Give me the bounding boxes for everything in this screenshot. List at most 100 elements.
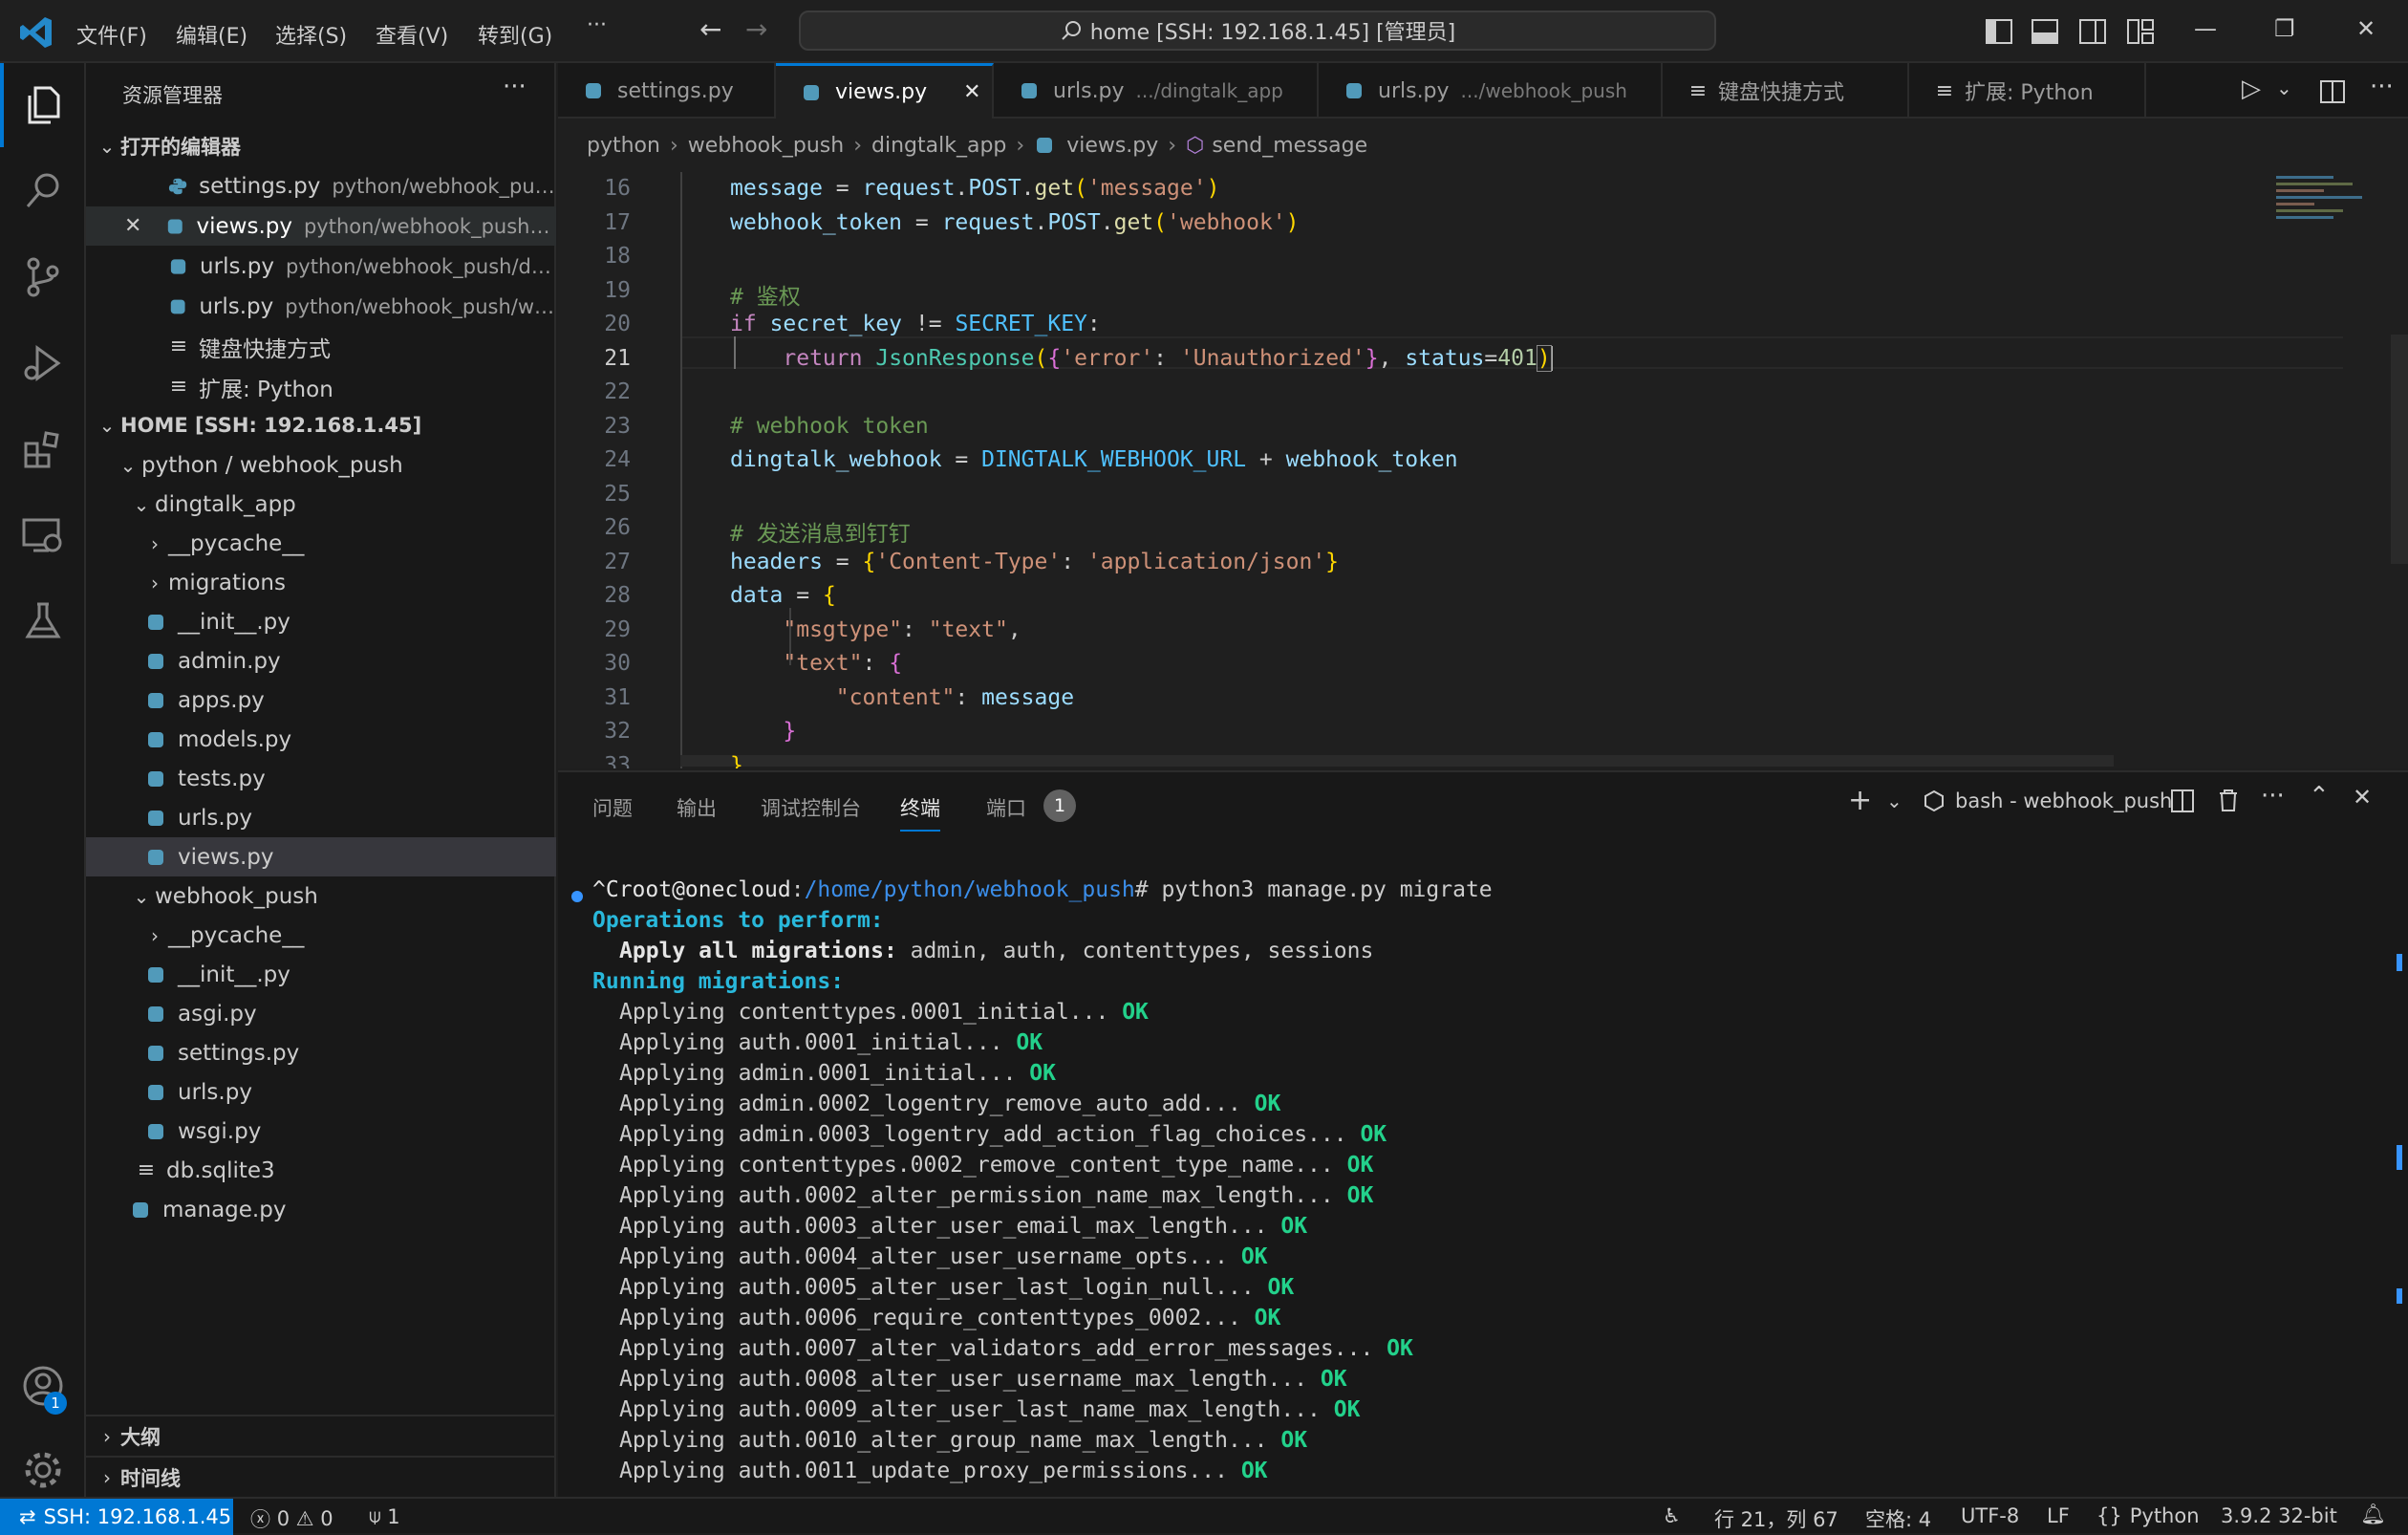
language-mode[interactable]: {} Python — [2096, 1504, 2200, 1527]
tab-output[interactable]: 输出 — [677, 793, 717, 822]
minimize-icon[interactable]: — — [2194, 15, 2217, 42]
menu-file[interactable]: 文件(F) — [76, 19, 147, 50]
code-editor[interactable]: 16 17 18 19 20 21 22 23 24 25 26 27 28 2… — [558, 172, 2408, 768]
menu-view[interactable]: 查看(V) — [376, 19, 448, 50]
explorer-icon[interactable] — [0, 63, 86, 147]
menu-selection[interactable]: 选择(S) — [275, 19, 347, 50]
tree-file[interactable]: wsgi.py — [86, 1112, 556, 1151]
cursor-position[interactable]: 行 21，列 67 — [1714, 1504, 1838, 1533]
tree-file[interactable]: urls.py — [86, 1072, 556, 1112]
tab-problems[interactable]: 问题 — [592, 793, 633, 822]
panel-more-icon[interactable]: ··· — [2261, 782, 2285, 811]
open-editor-item[interactable]: urls.py python/webhook_push/web... — [86, 287, 556, 326]
encoding[interactable]: UTF-8 — [1961, 1504, 2019, 1527]
open-editor-item-active[interactable]: ✕ views.py python/webhook_push/di... — [86, 206, 556, 246]
tree-folder[interactable]: ⌄ webhook_push — [86, 876, 556, 916]
tree-file[interactable]: manage.py — [86, 1190, 556, 1229]
breadcrumb-item[interactable]: python — [587, 134, 660, 158]
open-editor-item[interactable]: ≡ 扩展: Python — [86, 367, 556, 406]
tab-terminal[interactable]: 终端 — [900, 793, 940, 832]
run-debug-icon[interactable] — [0, 321, 86, 405]
tree-file[interactable]: admin.py — [86, 641, 556, 681]
terminal-selector[interactable]: bash - webhook_push — [1923, 789, 2172, 812]
open-editors-section[interactable]: ⌄ 打开的编辑器 — [86, 126, 556, 165]
tree-file[interactable]: settings.py — [86, 1033, 556, 1072]
horizontal-scrollbar[interactable] — [680, 755, 2114, 767]
tree-file[interactable]: ≡ db.sqlite3 — [86, 1151, 556, 1190]
indentation[interactable]: 空格: 4 — [1865, 1504, 1931, 1533]
tree-folder[interactable]: › __pycache__ — [86, 524, 556, 563]
back-arrow-icon[interactable]: ← — [699, 13, 721, 45]
menu-go[interactable]: 转到(G) — [478, 19, 552, 50]
tab-urls-dingtalk[interactable]: urls.py .../dingtalk_app — [994, 63, 1319, 119]
breadcrumb-item[interactable]: views.py — [1066, 134, 1158, 158]
end-of-line[interactable]: LF — [2047, 1504, 2070, 1527]
close-window-icon[interactable]: ✕ — [2356, 15, 2376, 42]
trash-icon[interactable] — [2217, 788, 2240, 812]
breadcrumb-item[interactable]: dingtalk_app — [871, 134, 1006, 158]
problems-indicator[interactable]: ⓧ 0 ⚠ 0 — [250, 1504, 333, 1533]
testing-icon[interactable] — [0, 579, 86, 663]
open-editor-item[interactable]: settings.py python/webhook_push... — [86, 166, 556, 205]
ports-indicator[interactable]: ⍦ 1 — [369, 1504, 400, 1528]
tree-file[interactable]: models.py — [86, 720, 556, 759]
restore-icon[interactable]: ❐ — [2274, 15, 2295, 42]
tree-file-selected[interactable]: views.py — [86, 837, 556, 876]
accessibility-icon[interactable]: ♿ — [1663, 1504, 1681, 1527]
tree-file[interactable]: urls.py — [86, 798, 556, 837]
tree-folder[interactable]: ⌄ python / webhook_push — [86, 445, 556, 485]
toggle-secondary-sidebar-icon[interactable] — [2079, 19, 2106, 44]
remote-indicator[interactable]: ⇄ SSH: 192.168.1.45 — [0, 1499, 233, 1535]
tree-folder[interactable]: › __pycache__ — [86, 916, 556, 955]
maximize-panel-chevron-up-icon[interactable]: ⌃ — [2309, 782, 2330, 811]
tree-file[interactable]: tests.py — [86, 759, 556, 798]
tab-views-py[interactable]: views.py ✕ — [776, 63, 994, 119]
new-terminal-plus-icon[interactable]: + — [1848, 784, 1872, 817]
python-interpreter[interactable]: 3.9.2 32-bit — [2221, 1504, 2337, 1527]
breadcrumb-item[interactable]: webhook_push — [688, 134, 844, 158]
toggle-primary-sidebar-icon[interactable] — [1986, 19, 2012, 44]
chevron-down-icon[interactable]: ⌄ — [2276, 76, 2292, 99]
search-view-icon[interactable] — [0, 149, 86, 233]
tab-settings-py[interactable]: settings.py — [558, 63, 776, 119]
command-center-search[interactable]: home [SSH: 192.168.1.45] [管理员] — [799, 11, 1716, 51]
menu-edit[interactable]: 编辑(E) — [176, 19, 247, 50]
terminal-scrollbar[interactable] — [2391, 877, 2408, 1489]
tab-urls-webhook[interactable]: urls.py .../webhook_push — [1319, 63, 1663, 119]
tree-file[interactable]: apps.py — [86, 681, 556, 720]
editor-scrollbar[interactable] — [2391, 335, 2408, 564]
tree-file[interactable]: __init__.py — [86, 955, 556, 994]
split-terminal-icon[interactable] — [2171, 789, 2194, 812]
more-actions-icon[interactable]: ··· — [503, 73, 527, 101]
run-python-file-icon[interactable]: ▷ — [2242, 75, 2261, 103]
close-editor-icon[interactable]: ✕ — [124, 214, 165, 238]
tree-file[interactable]: __init__.py — [86, 602, 556, 641]
open-editor-item[interactable]: ≡ 键盘快捷方式 — [86, 327, 556, 366]
forward-arrow-icon[interactable]: → — [745, 13, 767, 45]
source-control-icon[interactable] — [0, 235, 86, 319]
menu-more[interactable]: ··· — [587, 13, 607, 37]
chevron-down-icon[interactable]: ⌄ — [1886, 789, 1903, 812]
editor-more-icon[interactable]: ··· — [2370, 73, 2394, 101]
tree-folder[interactable]: ⌄ dingtalk_app — [86, 485, 556, 524]
tree-folder[interactable]: › migrations — [86, 563, 556, 602]
close-tab-icon[interactable]: ✕ — [963, 80, 980, 104]
split-editor-icon[interactable] — [2320, 80, 2345, 103]
extensions-icon[interactable] — [0, 407, 86, 491]
tree-file[interactable]: asgi.py — [86, 994, 556, 1033]
toggle-panel-icon[interactable] — [2032, 19, 2058, 44]
breadcrumb-item[interactable]: send_message — [1212, 134, 1367, 158]
tab-extension-python[interactable]: ≡ 扩展: Python — [1909, 63, 2146, 119]
outline-section[interactable]: › 大纲 — [86, 1416, 556, 1456]
timeline-section[interactable]: › 时间线 — [86, 1458, 556, 1497]
tab-debug-console[interactable]: 调试控制台 — [761, 793, 861, 822]
close-panel-icon[interactable]: ✕ — [2353, 784, 2372, 811]
notifications-bell-icon[interactable]: 🔔︎ — [2360, 1503, 2386, 1526]
open-editor-item[interactable]: urls.py python/webhook_push/din... — [86, 247, 556, 286]
tab-ports[interactable]: 端口 — [986, 793, 1026, 822]
accounts-icon[interactable]: 1 — [0, 1344, 86, 1428]
customize-layout-icon[interactable] — [2127, 19, 2154, 44]
workspace-section[interactable]: ⌄ HOME [SSH: 192.168.1.45] — [86, 405, 556, 444]
remote-explorer-icon[interactable] — [0, 493, 86, 577]
tab-keybindings[interactable]: ≡ 键盘快捷方式 — [1663, 63, 1909, 119]
